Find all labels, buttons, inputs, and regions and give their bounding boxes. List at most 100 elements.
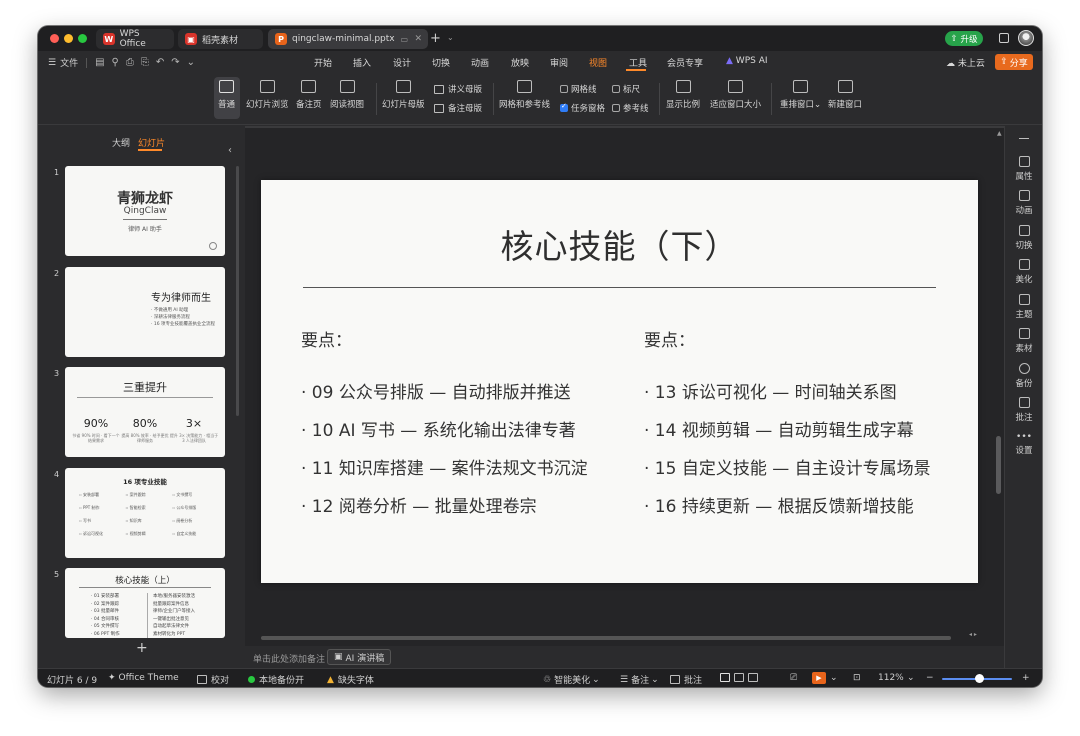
rail-theme[interactable]: 主题 bbox=[1005, 294, 1042, 320]
rail-properties[interactable]: 属性 bbox=[1005, 156, 1042, 182]
notes-toggle[interactable]: ☰ 备注 ⌄ bbox=[620, 673, 659, 687]
slide-thumbnail-5[interactable]: 核心技能（上） · 01 安装部署 · 02 案件跟踪 · 03 批量邮件 · … bbox=[65, 568, 225, 638]
slide-right-heading[interactable]: 要点： bbox=[644, 326, 695, 351]
presenter-icon[interactable]: ⎚ bbox=[790, 673, 797, 683]
slide-thumbnail-4[interactable]: 16 项专业技能 安装部署 案件跟踪 文书撰写 PPT 制作 智能检索 公众号排… bbox=[65, 468, 225, 558]
rail-animation[interactable]: 动画 bbox=[1005, 190, 1042, 216]
fit-slide-icon[interactable]: ⊡ bbox=[853, 673, 861, 683]
window-layout-icon[interactable] bbox=[999, 33, 1009, 43]
menu-wps-ai[interactable]: ▲ WPS AI bbox=[726, 56, 768, 66]
undo-icon[interactable]: ↶ bbox=[156, 57, 164, 68]
collapse-panel-icon[interactable]: ‹ bbox=[228, 145, 232, 156]
notes-page-button[interactable]: 备注页 bbox=[296, 80, 322, 110]
share-button[interactable]: ⇪ 分享 bbox=[995, 54, 1033, 70]
current-slide[interactable]: 核心技能（下） 要点： 要点： · 09 公众号排版 — 自动排版并推送 · 1… bbox=[261, 180, 978, 583]
ai-speech-button[interactable]: ▣ AI 演讲稿 bbox=[327, 649, 392, 665]
rail-beautify[interactable]: 美化 bbox=[1005, 259, 1042, 285]
zoom-slider-handle[interactable] bbox=[975, 674, 984, 683]
zoom-in-icon[interactable]: + bbox=[1022, 673, 1030, 683]
tab-list-chevron-icon[interactable]: ⌄ bbox=[447, 33, 454, 42]
file-menu[interactable]: 文件 bbox=[60, 56, 78, 69]
rail-backup[interactable]: 备份 bbox=[1005, 363, 1042, 389]
menu-design[interactable]: 设计 bbox=[393, 56, 411, 69]
slide-title[interactable]: 核心技能（下） bbox=[261, 220, 978, 268]
sorter-view-status-icon[interactable] bbox=[734, 673, 744, 682]
slide-master-button[interactable]: 幻灯片母版 bbox=[382, 80, 425, 110]
normal-view-button[interactable]: 普通 bbox=[218, 80, 235, 110]
zoom-level[interactable]: 112% bbox=[878, 673, 904, 683]
comments-toggle[interactable]: 批注 bbox=[670, 673, 702, 686]
proofing-button[interactable]: 校对 bbox=[197, 673, 229, 686]
rail-comments[interactable]: 批注 bbox=[1005, 397, 1042, 423]
missing-font-warning[interactable]: ▲ 缺失字体 bbox=[327, 673, 374, 687]
slide-thumbnail-3[interactable]: 三重提升 90% 80% 3× 节省 90% 时间 · 看下一个结果需求 提高 … bbox=[65, 367, 225, 457]
new-window-button[interactable]: 新建窗口 bbox=[828, 80, 862, 110]
slide-right-list[interactable]: · 13 诉讼可视化 — 时间轴关系图 · 14 视频剪辑 — 自动剪辑生成字幕… bbox=[644, 374, 931, 526]
reading-view-button[interactable]: 阅读视图 bbox=[330, 80, 364, 110]
zoom-window-button[interactable] bbox=[78, 34, 87, 43]
menu-view[interactable]: 视图 bbox=[589, 56, 607, 69]
tab-float-icon[interactable]: ▭ bbox=[400, 35, 408, 44]
arrange-windows-button[interactable]: 重排窗口⌄ bbox=[780, 80, 821, 110]
menu-member[interactable]: 会员专享 bbox=[667, 56, 703, 69]
redo-icon[interactable]: ↷ bbox=[171, 57, 179, 68]
grid-guides-button[interactable]: 网格和参考线 bbox=[499, 80, 550, 110]
play-options-chevron-icon[interactable]: ⌄ bbox=[830, 673, 838, 683]
rail-collapse-icon[interactable] bbox=[1019, 138, 1029, 140]
notes-master-button[interactable]: 备注母版 bbox=[434, 102, 482, 114]
minimize-window-button[interactable] bbox=[64, 34, 73, 43]
menu-tools[interactable]: 工具 bbox=[629, 56, 647, 69]
task-pane-checkbox[interactable]: 任务窗格 bbox=[560, 102, 605, 114]
tab-document[interactable]: P qingclaw-minimal.pptx ▭ ✕ bbox=[268, 29, 428, 49]
slide-left-heading[interactable]: 要点： bbox=[301, 326, 352, 351]
normal-view-status-icon[interactable] bbox=[720, 673, 730, 682]
slide-left-list[interactable]: · 09 公众号排版 — 自动排版并推送 · 10 AI 写书 — 系统化输出法… bbox=[301, 374, 588, 526]
tab-slides[interactable]: 幻灯片 bbox=[138, 136, 165, 149]
tab-wps-office[interactable]: W WPS Office bbox=[96, 29, 174, 49]
menu-home[interactable]: 开始 bbox=[314, 56, 332, 69]
horizontal-scrollbar[interactable] bbox=[261, 636, 951, 640]
zoom-chevron-icon[interactable]: ⌄ bbox=[907, 673, 915, 683]
add-slide-plus-icon[interactable]: + bbox=[136, 640, 148, 656]
handout-master-button[interactable]: 讲义母版 bbox=[434, 83, 482, 95]
user-avatar[interactable] bbox=[1018, 30, 1034, 46]
vertical-scrollbar[interactable] bbox=[996, 436, 1001, 494]
notes-placeholder[interactable]: 单击此处添加备注 bbox=[253, 652, 325, 665]
menu-review[interactable]: 审阅 bbox=[550, 56, 568, 69]
menu-animations[interactable]: 动画 bbox=[471, 56, 489, 69]
ruler-checkbox[interactable]: 标尺 bbox=[612, 83, 640, 95]
menu-transitions[interactable]: 切换 bbox=[432, 56, 450, 69]
scroll-up-arrow-icon[interactable]: ▲ bbox=[997, 130, 1002, 137]
print-icon[interactable]: ⎙ bbox=[126, 57, 134, 68]
tab-resources[interactable]: ▣ 稻壳素材 bbox=[178, 29, 263, 49]
play-slideshow-button[interactable]: ▶ bbox=[812, 672, 826, 684]
zoom-button[interactable]: 显示比例 bbox=[666, 80, 700, 110]
tab-close-icon[interactable]: ✕ bbox=[414, 34, 422, 44]
customize-chevron-icon[interactable]: ⌄ bbox=[187, 57, 195, 68]
slide-sorter-button[interactable]: 幻灯片浏览 bbox=[246, 80, 289, 110]
rail-assets[interactable]: 素材 bbox=[1005, 328, 1042, 354]
guides-checkbox[interactable]: 参考线 bbox=[612, 102, 649, 114]
zoom-out-icon[interactable]: − bbox=[926, 673, 934, 683]
local-backup-status[interactable]: 本地备份开 bbox=[248, 673, 304, 686]
menu-slideshow[interactable]: 放映 bbox=[511, 56, 529, 69]
new-tab-plus-icon[interactable]: + bbox=[430, 31, 441, 46]
reading-view-status-icon[interactable] bbox=[748, 673, 758, 682]
menu-insert[interactable]: 插入 bbox=[353, 56, 371, 69]
tab-outline[interactable]: 大纲 bbox=[112, 136, 130, 149]
cloud-status[interactable]: ☁ 未上云 bbox=[946, 56, 985, 69]
slide-thumbnail-2[interactable]: 专为律师而生 · 不做通用 AI 助理 · 深耕法律服务流程 · 16 项专业技… bbox=[65, 267, 225, 357]
panel-scrollbar[interactable] bbox=[236, 166, 239, 416]
save-icon[interactable]: ▤ bbox=[95, 57, 104, 68]
slide-editor-canvas[interactable]: ▲ 核心技能（下） 要点： 要点： · 09 公众号排版 — 自动排版并推送 ·… bbox=[245, 126, 1004, 646]
hamburger-icon[interactable]: ☰ bbox=[48, 58, 56, 68]
smart-beautify-button[interactable]: ♲ 智能美化 ⌄ bbox=[543, 673, 600, 687]
gridlines-checkbox[interactable]: 网格线 bbox=[560, 83, 597, 95]
upgrade-button[interactable]: ⇧ 升级 bbox=[945, 31, 983, 46]
rail-settings[interactable]: ••• 设置 bbox=[1005, 432, 1042, 456]
share-doc-icon[interactable]: ⚲ bbox=[112, 57, 119, 68]
print-preview-icon[interactable]: ⎘ bbox=[141, 57, 149, 68]
scroll-arrows-icon[interactable]: ◂ ▸ bbox=[969, 631, 977, 638]
theme-indicator[interactable]: ✦ Office Theme bbox=[108, 673, 179, 683]
slide-thumbnail-1[interactable]: 青狮龙虾 QingClaw 律师 AI 助手 bbox=[65, 166, 225, 256]
